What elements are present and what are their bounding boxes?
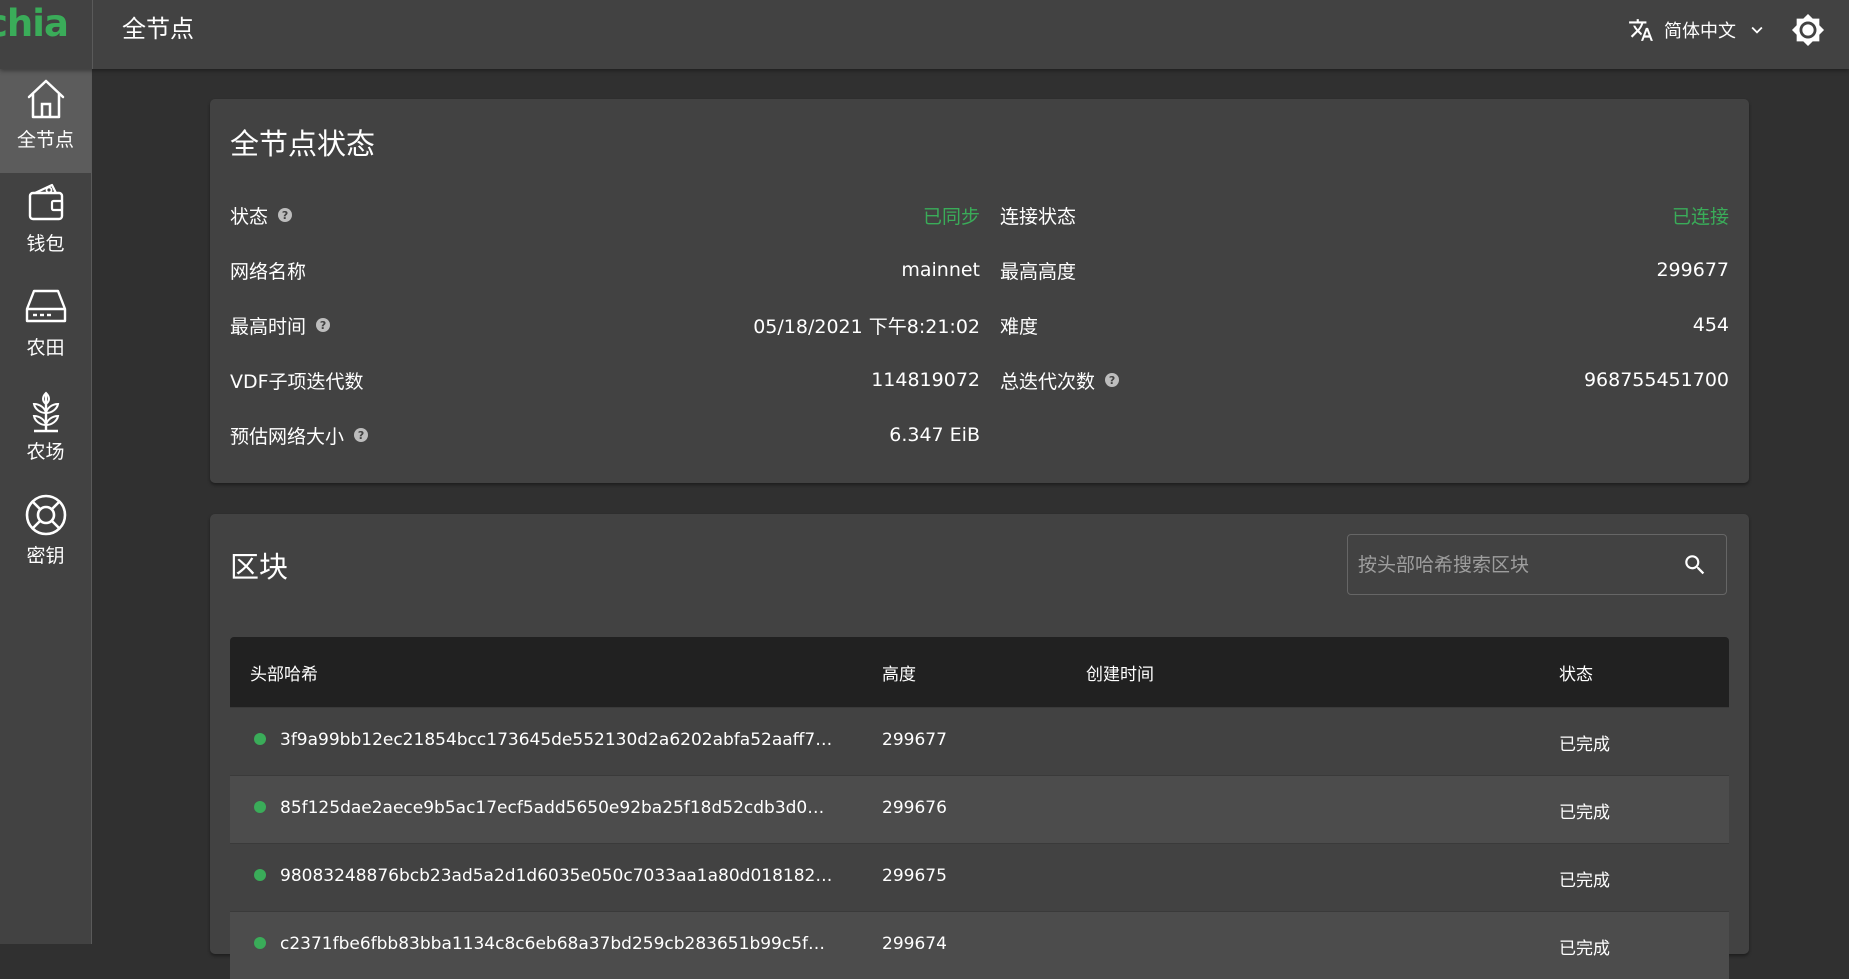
header-hash-cell[interactable]: 85f125dae2aece9b5ac17ecf5add5650e92ba25f… — [280, 798, 834, 818]
translate-icon — [1629, 19, 1653, 41]
card-title: 全节点状态 — [230, 127, 376, 161]
status-cell: 已完成 — [1559, 735, 1610, 755]
help-icon[interactable]: ? — [278, 208, 293, 222]
row-label: 连接状态 — [1000, 205, 1077, 228]
status-row-total-iterations: 总迭代次数? 968755451700 — [1000, 365, 1729, 395]
sidebar-item-full-node[interactable]: 全节点 — [0, 69, 91, 173]
sidebar-item-label: 农场 — [26, 441, 65, 463]
status-row-connection: 连接状态 已连接 — [1000, 200, 1729, 230]
status-row-difficulty: 难度 454 — [1000, 310, 1729, 340]
status-cell: 已完成 — [1559, 871, 1610, 891]
sidebar-item-label: 钱包 — [26, 233, 65, 255]
column-header-created[interactable]: 创建时间 — [1086, 660, 1154, 685]
status-row-network-name: 网络名称 mainnet — [230, 255, 980, 285]
table-row[interactable]: 3f9a99bb12ec21854bcc173645de552130d2a620… — [230, 707, 1729, 775]
height-cell: 299674 — [882, 934, 947, 954]
top-app-bar: chia 全节点 简体中文 — [0, 0, 1849, 69]
row-value: 114819072 — [871, 369, 980, 391]
status-row-vdf-sub-slot-iters: VDF子项迭代数 114819072 — [230, 365, 980, 395]
table-row[interactable]: 98083248876bcb23ad5a2d1d6035e050c7033aa1… — [230, 843, 1729, 911]
height-cell: 299676 — [882, 798, 947, 818]
sidebar-item-keys[interactable]: 密钥 — [0, 485, 91, 589]
search-icon[interactable] — [1682, 552, 1708, 578]
sidebar-item-wallet[interactable]: 钱包 — [0, 173, 91, 277]
row-value: mainnet — [901, 259, 980, 281]
sidebar-item-label: 密钥 — [26, 545, 65, 567]
help-icon[interactable]: ? — [1105, 373, 1120, 387]
row-label: 最高时间 — [230, 315, 307, 338]
plant-icon — [32, 391, 59, 433]
row-label: VDF子项迭代数 — [230, 370, 364, 393]
card-title: 区块 — [230, 550, 289, 584]
row-label: 状态 — [230, 205, 269, 228]
status-dot — [254, 937, 266, 949]
theme-toggle-button[interactable] — [1791, 13, 1825, 47]
full-node-status-card: 全节点状态 状态? 已同步 网络名称 mainnet 最高时间? 05/18/2… — [210, 99, 1749, 483]
brightness-icon — [1791, 13, 1825, 47]
row-value: 已同步 — [922, 205, 980, 228]
height-cell: 299675 — [882, 866, 947, 886]
status-dot — [254, 733, 266, 745]
row-label: 难度 — [1000, 315, 1039, 338]
page-title: 全节点 — [122, 15, 194, 43]
help-icon[interactable]: ? — [316, 318, 331, 332]
column-header-hash[interactable]: 头部哈希 — [250, 660, 318, 685]
blocks-table: 头部哈希 高度 创建时间 状态 3f9a99bb12ec21854bcc1736… — [230, 637, 1729, 979]
header-hash-cell[interactable]: 98083248876bcb23ad5a2d1d6035e050c7033aa1… — [280, 866, 834, 886]
sidebar-item-farm[interactable]: 农场 — [0, 381, 91, 485]
help-icon[interactable]: ? — [354, 428, 369, 442]
home-icon — [27, 79, 64, 119]
table-header: 头部哈希 高度 创建时间 状态 — [230, 637, 1729, 707]
header-hash-cell[interactable]: 3f9a99bb12ec21854bcc173645de552130d2a620… — [280, 730, 834, 750]
status-row-peak-time: 最高时间? 05/18/2021 下午8:21:02 — [230, 310, 980, 340]
lifebuoy-icon — [25, 494, 66, 536]
block-search-box — [1347, 534, 1727, 595]
row-value: 6.347 EiB — [889, 424, 980, 446]
status-row-estimated-network-space: 预估网络大小? 6.347 EiB — [230, 420, 980, 450]
chevron-down-icon — [1751, 26, 1763, 34]
language-label: 简体中文 — [1664, 21, 1736, 42]
row-value: 05/18/2021 下午8:21:02 — [753, 315, 980, 338]
table-row[interactable]: 85f125dae2aece9b5ac17ecf5add5650e92ba25f… — [230, 775, 1729, 843]
hard-drive-icon — [25, 289, 66, 323]
wallet-icon — [28, 183, 63, 221]
row-label: 预估网络大小 — [230, 425, 345, 448]
language-selector[interactable]: 简体中文 — [1628, 14, 1768, 46]
table-row[interactable]: c2371fbe6fbb83bba1134c8c6eb68a37bd259cb2… — [230, 911, 1729, 979]
row-value: 454 — [1692, 314, 1729, 336]
row-label: 网络名称 — [230, 260, 307, 283]
chia-logo[interactable]: chia — [0, 0, 92, 69]
row-value: 968755451700 — [1583, 369, 1729, 391]
column-header-height[interactable]: 高度 — [882, 660, 916, 685]
status-cell: 已完成 — [1559, 803, 1610, 823]
blocks-card: 区块 头部哈希 高度 创建时间 状态 3f9a99bb12ec21854bcc1… — [210, 514, 1749, 979]
column-header-status[interactable]: 状态 — [1559, 660, 1593, 685]
sidebar-item-label: 全节点 — [16, 129, 74, 151]
block-search-input[interactable] — [1348, 552, 1680, 577]
status-dot — [254, 869, 266, 881]
status-row-sync: 状态? 已同步 — [230, 200, 980, 230]
header-hash-cell[interactable]: c2371fbe6fbb83bba1134c8c6eb68a37bd259cb2… — [280, 934, 834, 954]
logo-divider — [92, 0, 93, 69]
status-cell: 已完成 — [1559, 939, 1610, 959]
row-label: 最高高度 — [1000, 260, 1077, 283]
sidebar-item-plots[interactable]: 农田 — [0, 277, 91, 381]
status-row-peak-height: 最高高度 299677 — [1000, 255, 1729, 285]
row-value: 已连接 — [1671, 205, 1729, 228]
sidebar-item-label: 农田 — [26, 337, 65, 359]
row-label: 总迭代次数 — [1000, 370, 1096, 393]
height-cell: 299677 — [882, 730, 947, 750]
sidebar: 全节点 钱包 农田 农场 密钥 — [0, 69, 92, 944]
status-dot — [254, 801, 266, 813]
row-value: 299677 — [1656, 259, 1729, 281]
